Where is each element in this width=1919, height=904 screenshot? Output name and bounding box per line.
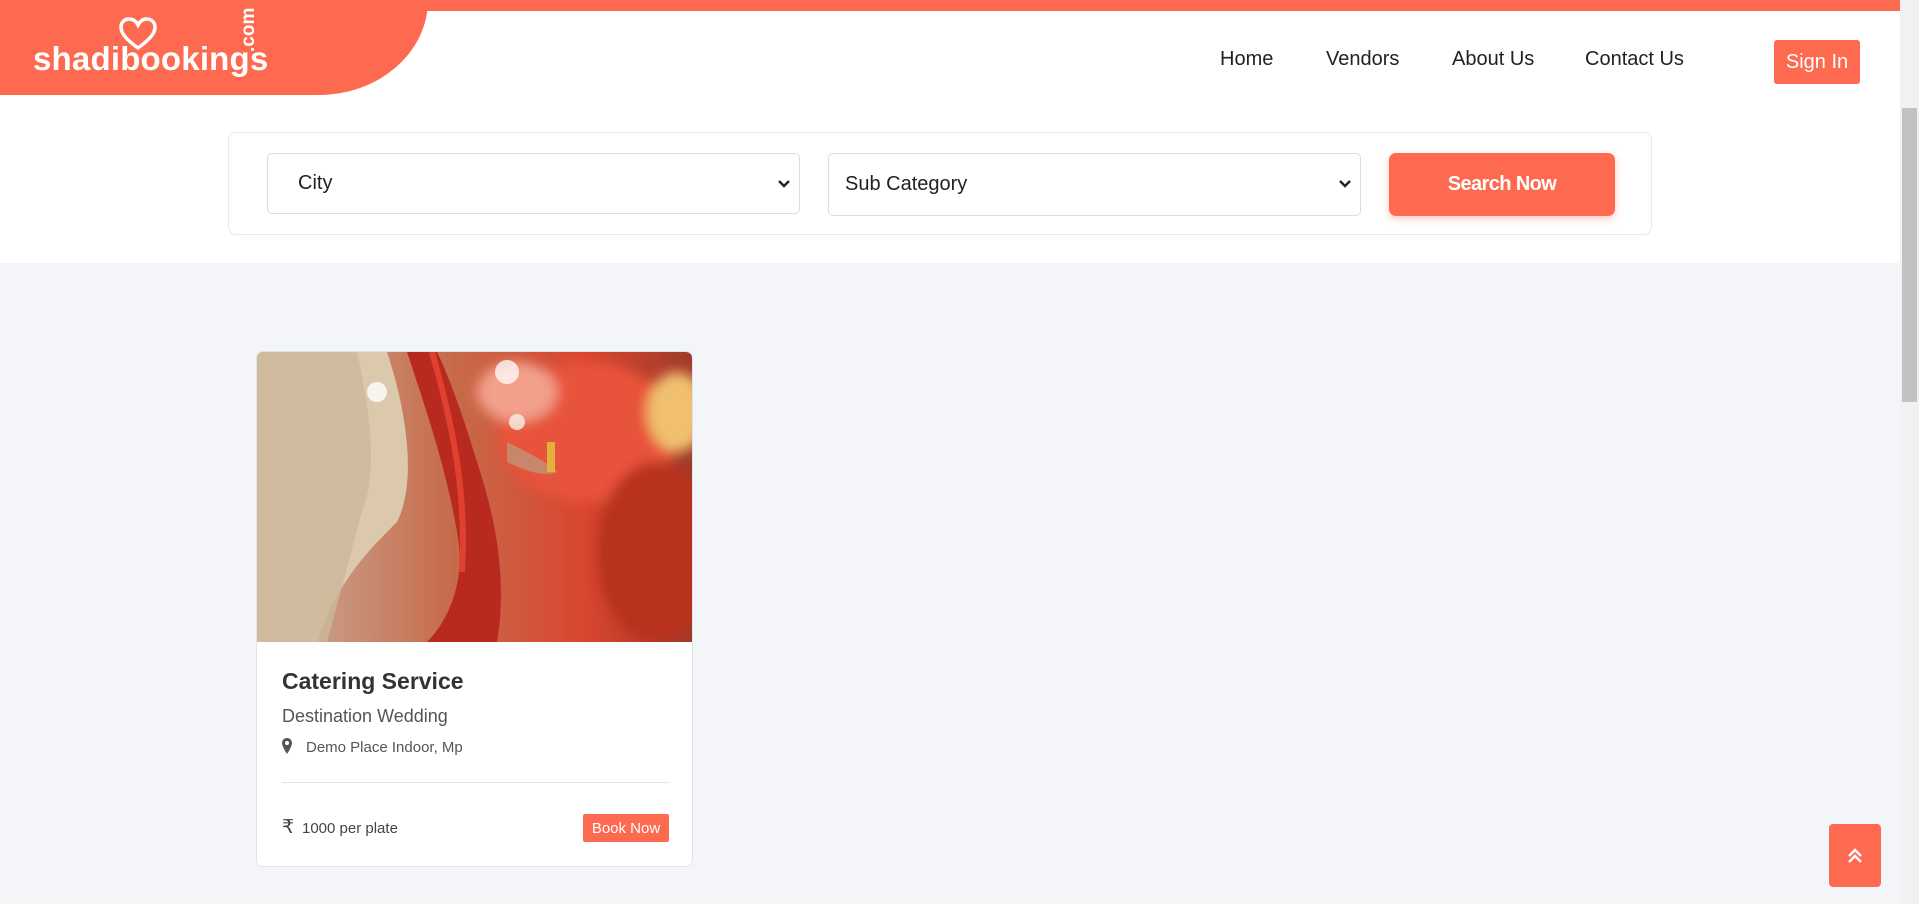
- city-select[interactable]: City: [267, 153, 800, 214]
- page-scrollbar[interactable]: [1900, 0, 1919, 904]
- scrollbar-thumb[interactable]: [1902, 108, 1917, 402]
- logo-suffix: .com: [238, 7, 259, 52]
- scroll-to-top-button[interactable]: [1829, 824, 1881, 887]
- book-now-button[interactable]: Book Now: [583, 814, 669, 842]
- card-divider: [282, 782, 669, 783]
- rupee-icon: ₹: [282, 817, 295, 838]
- listing-location: Demo Place Indoor, Mp: [306, 739, 463, 756]
- listing-price: 1000 per plate: [302, 820, 398, 837]
- listing-title[interactable]: Catering Service: [282, 668, 464, 695]
- listing-card[interactable]: Catering Service Destination Wedding Dem…: [256, 351, 693, 867]
- chevron-down-icon: [778, 180, 790, 188]
- chevron-down-icon: [1339, 180, 1351, 188]
- nav-home[interactable]: Home: [1220, 48, 1273, 71]
- search-now-button[interactable]: Search Now: [1389, 153, 1615, 216]
- nav-about-us[interactable]: About Us: [1452, 48, 1534, 71]
- sign-in-button[interactable]: Sign In: [1774, 40, 1860, 84]
- double-chevron-up-icon: [1848, 847, 1862, 863]
- listing-category: Destination Wedding: [282, 706, 448, 726]
- site-logo[interactable]: shadibookings .com: [0, 0, 428, 95]
- sub-category-select[interactable]: Sub Category: [828, 153, 1361, 216]
- wedding-photo[interactable]: [257, 352, 693, 642]
- city-select-value: City: [298, 172, 333, 194]
- nav-vendors[interactable]: Vendors: [1326, 48, 1399, 71]
- sub-category-select-value: Sub Category: [845, 173, 968, 195]
- map-pin-icon: [282, 738, 292, 754]
- nav-contact-us[interactable]: Contact Us: [1585, 48, 1684, 71]
- logo-wordmark: shadibookings: [33, 40, 269, 77]
